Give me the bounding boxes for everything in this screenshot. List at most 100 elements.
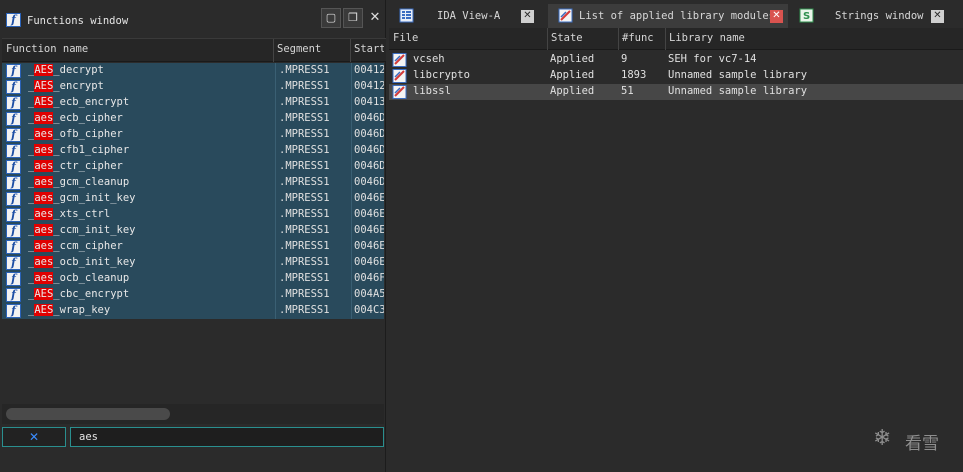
cell-divider [351, 175, 352, 191]
tab-label: List of applied library modules [579, 10, 775, 22]
function-name: _aes_ecb_cipher [28, 112, 123, 124]
function-row[interactable]: f _aes_ocb_cleanup .MPRESS1 0046F [2, 271, 384, 287]
tab-label: Strings window [835, 10, 924, 22]
clear-filter-button[interactable]: ✕ [2, 427, 66, 447]
function-start: 0046D [354, 176, 384, 188]
ida-view-icon [399, 8, 414, 23]
cell-divider [275, 207, 276, 223]
function-row[interactable]: f _aes_cfb1_cipher .MPRESS1 0046D [2, 143, 384, 159]
column-func-count[interactable]: #func [622, 32, 654, 44]
cell-divider [275, 127, 276, 143]
library-row[interactable]: libssl Applied 51 Unnamed sample library [389, 84, 963, 100]
function-row[interactable]: f _aes_ocb_init_key .MPRESS1 0046E [2, 255, 384, 271]
function-icon: f [6, 288, 21, 302]
cell-divider [351, 111, 352, 127]
library-row[interactable]: libcrypto Applied 1893 Unnamed sample libra… [389, 68, 963, 84]
function-segment: .MPRESS1 [279, 224, 330, 236]
horizontal-scrollbar[interactable] [2, 404, 384, 424]
cell-divider [351, 303, 352, 319]
search-highlight: aes [34, 128, 54, 140]
tab-library-modules[interactable]: List of applied library modules ✕ [548, 4, 788, 28]
function-row[interactable]: f _aes_ctr_cipher .MPRESS1 0046D [2, 159, 384, 175]
function-icon: f [6, 80, 21, 94]
column-divider[interactable] [350, 39, 351, 62]
tab-bar: IDA View-A ✕ List of applied library mod… [389, 4, 963, 28]
library-state: Applied [550, 85, 595, 97]
function-name: _aes_cfb1_cipher [28, 144, 130, 156]
function-row[interactable]: f _AES_wrap_key .MPRESS1 004C3 [2, 303, 384, 319]
restore-button[interactable]: ❐ [343, 8, 363, 28]
function-row[interactable]: f _aes_ccm_init_key .MPRESS1 0046E [2, 223, 384, 239]
function-row[interactable]: f _AES_decrypt .MPRESS1 00412 [2, 63, 384, 79]
column-divider[interactable] [665, 28, 666, 50]
search-highlight: AES [34, 64, 54, 76]
search-highlight: aes [34, 192, 54, 204]
function-segment: .MPRESS1 [279, 80, 330, 92]
column-library-name[interactable]: Library name [669, 32, 745, 44]
function-name: _AES_ecb_encrypt [28, 96, 130, 108]
function-start: 0046D [354, 112, 384, 124]
function-row[interactable]: f _AES_cbc_encrypt .MPRESS1 004A5 [2, 287, 384, 303]
function-name: _AES_encrypt [28, 80, 104, 92]
column-start[interactable]: Start [354, 43, 384, 55]
function-icon: f [6, 240, 21, 254]
library-module-icon [392, 53, 407, 67]
close-button[interactable]: ✕ [365, 8, 385, 28]
function-row[interactable]: f _aes_ofb_cipher .MPRESS1 0046D [2, 127, 384, 143]
function-name: _aes_ccm_init_key [28, 224, 136, 236]
cell-divider [351, 159, 352, 175]
tab-strings-window[interactable]: S Strings window ✕ [789, 4, 963, 28]
function-segment: .MPRESS1 [279, 64, 330, 76]
column-function-name[interactable]: Function name [6, 43, 88, 55]
function-name: _aes_xts_ctrl [28, 208, 111, 220]
tab-close-icon[interactable]: ✕ [521, 10, 534, 23]
function-start: 00412 [354, 80, 384, 92]
column-segment[interactable]: Segment [277, 43, 321, 55]
cell-divider [275, 79, 276, 95]
cell-divider [351, 63, 352, 79]
cell-divider [351, 287, 352, 303]
column-file[interactable]: File [393, 32, 418, 44]
cell-divider [351, 239, 352, 255]
function-segment: .MPRESS1 [279, 240, 330, 252]
search-highlight: aes [34, 144, 54, 156]
function-filter-input[interactable] [70, 427, 384, 447]
cell-divider [351, 95, 352, 111]
cell-divider [351, 255, 352, 271]
function-icon: f [6, 256, 21, 270]
function-segment: .MPRESS1 [279, 288, 330, 300]
cell-divider [275, 223, 276, 239]
function-row[interactable]: f _AES_ecb_encrypt .MPRESS1 00413 [2, 95, 384, 111]
function-row[interactable]: f _aes_gcm_init_key .MPRESS1 0046E [2, 191, 384, 207]
tab-close-icon[interactable]: ✕ [931, 10, 944, 23]
function-icon: f [6, 192, 21, 206]
function-segment: .MPRESS1 [279, 304, 330, 316]
cell-divider [275, 303, 276, 319]
function-start: 0046E [354, 208, 384, 220]
column-divider[interactable] [547, 28, 548, 50]
column-state[interactable]: State [551, 32, 583, 44]
maximize-button[interactable]: ▢ [321, 8, 341, 28]
column-divider[interactable] [618, 28, 619, 50]
function-start: 0046D [354, 144, 384, 156]
scrollbar-thumb[interactable] [6, 408, 170, 420]
tab-ida-view-a[interactable]: IDA View-A ✕ [389, 4, 547, 28]
cell-divider [351, 127, 352, 143]
function-row[interactable]: f _AES_encrypt .MPRESS1 00412 [2, 79, 384, 95]
function-row[interactable]: f _aes_ecb_cipher .MPRESS1 0046D [2, 111, 384, 127]
search-highlight: AES [34, 304, 54, 316]
function-row[interactable]: f _aes_gcm_cleanup .MPRESS1 0046D [2, 175, 384, 191]
function-start: 0046E [354, 256, 384, 268]
function-segment: .MPRESS1 [279, 112, 330, 124]
cell-divider [351, 223, 352, 239]
library-state: Applied [550, 53, 595, 65]
function-row[interactable]: f _aes_xts_ctrl .MPRESS1 0046E [2, 207, 384, 223]
watermark-text: 看雪 [905, 434, 939, 454]
function-row[interactable]: f _aes_ccm_cipher .MPRESS1 0046E [2, 239, 384, 255]
cell-divider [351, 143, 352, 159]
library-module-icon [392, 69, 407, 83]
column-divider[interactable] [273, 39, 274, 62]
library-row[interactable]: vcseh Applied 9 SEH for vc7-14 [389, 52, 963, 68]
function-icon: f [6, 304, 21, 318]
tab-close-icon[interactable]: ✕ [770, 10, 783, 23]
